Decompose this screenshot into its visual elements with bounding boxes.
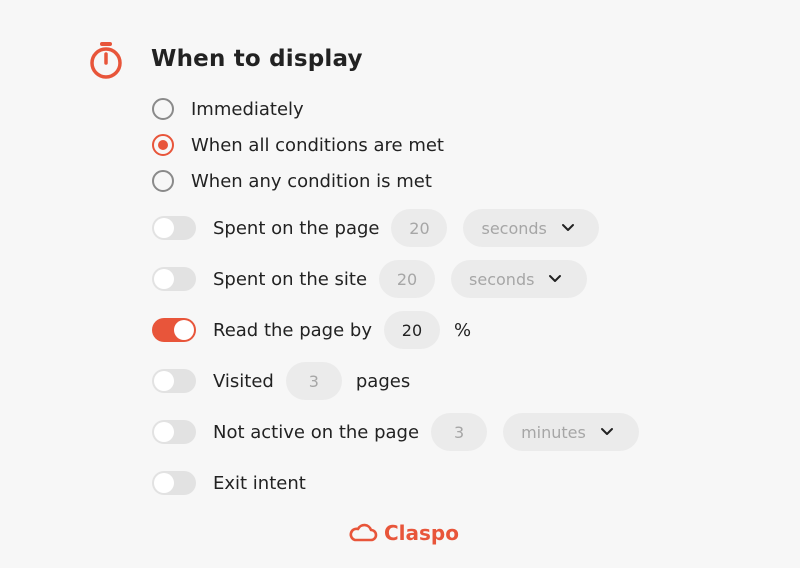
toggle-time-on-page[interactable] [152,216,196,240]
condition-label: Not active on the page [213,421,420,443]
inactivity-unit-select[interactable]: minutes [503,413,640,451]
toggle-pages-visited[interactable] [152,369,196,393]
condition-label: Read the page by [213,319,372,341]
time-on-page-unit-select[interactable]: seconds [463,209,600,247]
radio-label-any-condition: When any condition is met [191,170,432,192]
condition-label: Visited [213,370,274,392]
chevron-down-icon [561,224,574,231]
toggle-knob [154,269,174,289]
scroll-depth-input[interactable] [383,311,440,349]
time-on-site-unit-select[interactable]: seconds [451,260,588,298]
condition-label: Spent on the site [213,268,368,290]
toggle-scroll-depth[interactable] [152,318,196,342]
toggle-knob [154,218,174,238]
unit-value: seconds [481,218,547,238]
pages-visited-input[interactable] [285,362,342,400]
radio-button[interactable] [152,98,174,120]
section-title: When to display [151,46,363,72]
chevron-down-icon [600,428,613,435]
radio-button[interactable] [152,170,174,192]
toggle-knob [154,371,174,391]
condition-row-time-on-site: Spent on the site seconds [152,259,588,299]
brand-name: Claspo [384,521,459,545]
stopwatch-icon [90,42,122,79]
radio-label-immediately: Immediately [191,98,304,120]
condition-row-pages-visited: Visited pages [152,361,410,401]
condition-row-scroll-depth: Read the page by % [152,310,471,350]
toggle-knob [154,473,174,493]
time-on-site-input[interactable] [379,260,436,298]
pages-suffix: pages [355,370,411,392]
toggle-knob [154,422,174,442]
cloud-logo-icon [349,523,378,542]
condition-row-inactivity: Not active on the page minutes [152,412,640,452]
unit-value: seconds [469,269,535,289]
toggle-inactivity[interactable] [152,420,196,444]
time-on-page-input[interactable] [391,209,448,247]
brand-logo: Claspo [348,518,459,548]
toggle-knob [174,320,194,340]
radio-immediately[interactable]: Immediately [152,96,304,122]
condition-row-time-on-page: Spent on the page seconds [152,208,600,248]
radio-label-all-conditions: When all conditions are met [191,134,444,156]
chevron-down-icon [549,275,562,282]
toggle-time-on-site[interactable] [152,267,196,291]
condition-label: Spent on the page [213,217,380,239]
inactivity-input[interactable] [431,413,488,451]
condition-label: Exit intent [213,472,306,494]
radio-any-condition[interactable]: When any condition is met [152,168,432,194]
radio-button-checked[interactable] [152,134,174,156]
radio-all-conditions[interactable]: When all conditions are met [152,132,444,158]
percent-suffix: % [453,319,472,341]
unit-value: minutes [521,422,586,442]
condition-row-exit-intent: Exit intent [152,463,306,503]
toggle-exit-intent[interactable] [152,471,196,495]
